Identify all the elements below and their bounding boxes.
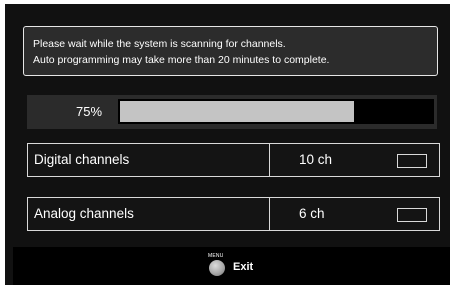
digital-channels-checkbox — [397, 154, 427, 168]
menu-key-label: MENU — [208, 253, 224, 259]
progress-fill — [120, 101, 354, 122]
progress-bar — [118, 99, 434, 124]
footer-bar: MENU Exit — [13, 247, 450, 285]
analog-channels-row: Analog channels 6 ch — [27, 197, 440, 231]
digital-channels-label: Digital channels — [34, 152, 130, 167]
row-divider — [269, 198, 270, 230]
info-line-2: Auto programming may take more than 20 m… — [33, 54, 330, 66]
row-divider — [269, 144, 270, 176]
analog-channels-count: 6 ch — [299, 206, 325, 221]
scan-info-box: Please wait while the system is scanning… — [23, 26, 438, 76]
digital-channels-count: 10 ch — [299, 152, 333, 167]
progress-row: 75% — [27, 95, 437, 129]
progress-percent: 75% — [76, 104, 103, 119]
info-line-1: Please wait while the system is scanning… — [33, 38, 286, 50]
menu-button-icon[interactable] — [209, 260, 225, 276]
analog-channels-checkbox — [397, 208, 427, 222]
exit-button[interactable]: Exit — [233, 261, 253, 273]
digital-channels-row: Digital channels 10 ch — [27, 143, 440, 177]
analog-channels-label: Analog channels — [34, 206, 134, 221]
